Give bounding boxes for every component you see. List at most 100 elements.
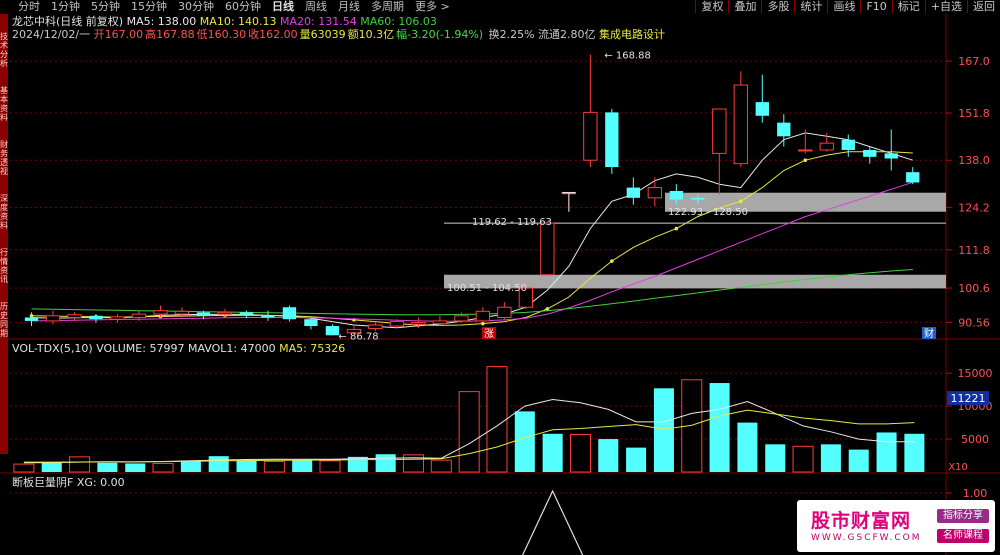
y-tick-label: 167.0: [958, 55, 990, 68]
gap-label-3: 100.51 - 104.50: [447, 283, 527, 294]
candle-body: [777, 122, 791, 137]
candle-body: [626, 187, 640, 198]
vol-bar: [598, 439, 619, 472]
candle-body: [906, 172, 920, 183]
candle-body: [261, 315, 275, 318]
vol-bar: [430, 459, 452, 473]
vol-cursor-value: 11221: [951, 392, 986, 405]
quote-field-1: 高167.88: [145, 28, 195, 41]
vol-bar: [653, 388, 674, 472]
ma10-dot: [739, 199, 743, 204]
candle-body: [540, 222, 555, 276]
candle-body: [863, 149, 877, 157]
quote-line: 2024/12/02/一 开167.00 高167.88 低160.30 收162.0…: [12, 29, 665, 41]
candle-body: [67, 314, 82, 318]
mavol1-value: MAVOL1: 47000: [187, 342, 276, 355]
vol-bar: [820, 444, 841, 472]
quote-date: 2024/12/02/一: [12, 28, 91, 41]
vol-bar: [41, 462, 62, 472]
ad-badge-courses[interactable]: 名师课程: [937, 529, 989, 543]
main-chart-header: 龙芯中科(日线 前复权) MA5: 138.00 MA10: 140.13 MA…: [12, 16, 437, 28]
ad-title: 股市财富网: [811, 510, 912, 532]
candle-body: [217, 311, 233, 315]
vol-y-tick-label: 15000: [958, 367, 993, 380]
vol-bar: [904, 433, 925, 472]
ad-badge-indicators[interactable]: 指标分享: [937, 509, 989, 523]
vol-bar: [180, 460, 201, 472]
candle-body: [712, 108, 727, 154]
quote-field-4: 量63039: [299, 28, 346, 41]
quote-field-0: 开167.00: [93, 28, 144, 41]
indicator-name[interactable]: 断板巨量阴F: [12, 476, 73, 489]
stock-title: 龙芯中科(日线 前复权): [12, 15, 124, 28]
ma10-dot: [803, 158, 808, 163]
y-tick-label: 90.56: [958, 316, 990, 329]
low-label: ← 86.78: [338, 331, 378, 342]
candle-body: [239, 312, 254, 315]
vol-bar: [458, 391, 480, 473]
ma10-dot: [481, 321, 485, 326]
quote-field-5: 额10.3亿: [347, 28, 395, 41]
candle-body: [45, 315, 61, 322]
chart-canvas: 167.0 151.8 138.0 124.2 111.8 100.6 90.56 ← 168…: [0, 14, 1000, 555]
candle-body: [669, 191, 683, 200]
vol-bar: [514, 411, 535, 472]
watermark-ad[interactable]: 股市财富网 WWW.GSCFW.COM 指标分享 名师课程: [797, 500, 995, 552]
ma-line-MA10: [31, 151, 913, 326]
vol-value: VOLUME: 57997: [96, 342, 185, 355]
gap-label-1: 119.62 - 119.63: [472, 217, 552, 228]
candle-body: [475, 310, 491, 322]
candle-body: [798, 149, 813, 152]
vol-bar: [737, 422, 758, 472]
candle-body: [691, 197, 705, 200]
vol-bar: [792, 445, 814, 473]
vol-bar: [292, 460, 313, 472]
finance-marker-text: 财: [924, 327, 934, 340]
vol-bar: [152, 462, 174, 473]
ma-value-0: MA5: 138.00: [126, 15, 197, 28]
candle-body: [841, 139, 855, 150]
indicator-xg: XG: 0.00: [76, 476, 125, 489]
candle-body: [389, 321, 405, 327]
candle-body: [196, 312, 211, 316]
quote-field-3: 收162.00: [248, 28, 298, 41]
vol-bar: [709, 383, 730, 472]
turnover-float: 换2.25% 流通2.80亿: [488, 28, 596, 41]
vol-bar: [569, 433, 591, 473]
y-tick-label: 100.6: [958, 282, 990, 295]
candle-body: [89, 315, 103, 320]
ind-signal-line: [522, 489, 584, 555]
vol-y-tick-label: 5000: [961, 433, 989, 446]
candle-body: [411, 322, 426, 325]
vol-bar: [236, 460, 257, 472]
candle-body: [304, 319, 318, 327]
vol-bar: [542, 433, 563, 472]
volume-header: VOL-TDX(5,10) VOLUME: 57997 MAVOL1: 4700…: [12, 343, 345, 355]
sector-label: 集成电路设计: [599, 28, 666, 41]
peak-label: ← 168.88: [604, 51, 651, 62]
indicator-header: 断板巨量阴F XG: 0.00: [12, 477, 125, 489]
quote-field-2: 低160.30: [196, 28, 247, 41]
ind-y-tick-label: 1.00: [963, 487, 988, 500]
y-tick-label: 138.0: [958, 154, 990, 167]
ma-line-MA5: [31, 132, 913, 329]
vol-scale-label: X10: [948, 462, 968, 473]
candle-body: [432, 320, 448, 325]
vol-bar: [319, 460, 341, 473]
candle-body: [605, 112, 619, 168]
ma-value-1: MA10: 140.13: [196, 15, 277, 28]
candle-body: [368, 324, 383, 329]
y-tick-label: 124.2: [958, 201, 990, 214]
vol-indicator-name[interactable]: VOL-TDX(5,10): [12, 342, 93, 355]
candle-body: [583, 111, 598, 161]
limit-up-text: 涨: [484, 328, 494, 340]
vol-bar: [97, 462, 118, 472]
vol-bar: [765, 444, 786, 472]
vol-bar: [876, 432, 897, 472]
vol-bar: [13, 463, 35, 473]
candle-body: [325, 326, 340, 336]
vol-bar: [626, 447, 647, 472]
candle-body: [174, 310, 190, 315]
candle-body: [755, 102, 769, 116]
ad-url: WWW.GSCFW.COM: [811, 533, 922, 543]
